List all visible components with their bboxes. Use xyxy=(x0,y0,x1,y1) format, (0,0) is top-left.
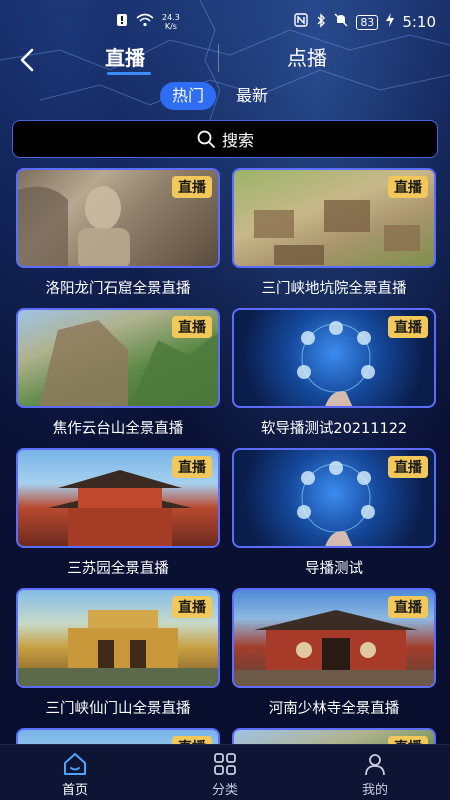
stream-card[interactable]: 直播 焦作云台山全景直播 xyxy=(16,308,220,438)
live-badge: 直播 xyxy=(172,596,212,618)
nav-category-label: 分类 xyxy=(211,783,238,798)
bottom-nav: 首页 分类 我的 xyxy=(0,744,450,800)
network-speed-unit: K/s xyxy=(164,22,177,31)
search-placeholder: 搜索 xyxy=(221,131,254,150)
nav-home-label: 首页 xyxy=(61,783,88,798)
bluetooth-icon xyxy=(316,12,326,32)
stream-card[interactable]: 直播 软导播测试20211122 xyxy=(232,308,436,438)
thumbnail-tech-globe[interactable]: 直播 xyxy=(232,448,436,548)
battery-indicator: 83 xyxy=(356,14,379,30)
tab-on-demand[interactable]: 点播 xyxy=(287,42,327,71)
tab-divider xyxy=(218,44,219,72)
search-bar[interactable]: 搜索 xyxy=(12,120,438,158)
thumbnail-tech-globe[interactable]: 直播 xyxy=(232,308,436,408)
user-icon xyxy=(365,754,385,776)
sub-tabs: 热门 最新 xyxy=(160,82,280,110)
nav-profile[interactable]: 我的 xyxy=(335,751,415,798)
clock: 5:10 xyxy=(402,13,436,31)
stream-card[interactable]: 直播 河南少林寺全景直播 xyxy=(232,588,436,718)
active-tab-indicator xyxy=(107,72,151,75)
card-title: 三门峡仙门山全景直播 xyxy=(45,701,191,717)
status-bar: 24.3 K/s 83 5:10 xyxy=(0,0,450,44)
stream-card[interactable]: 直播 三门峡地坑院全景直播 xyxy=(232,168,436,298)
live-badge: 直播 xyxy=(172,316,212,338)
back-arrow-icon[interactable] xyxy=(16,46,40,74)
stream-card[interactable]: 直播 三门峡仙门山全景直播 xyxy=(16,588,220,718)
live-badge: 直播 xyxy=(172,176,212,198)
nav-category[interactable]: 分类 xyxy=(185,751,265,798)
subtab-latest[interactable]: 最新 xyxy=(224,82,280,110)
thumbnail-cave-dwellings[interactable]: 直播 xyxy=(232,168,436,268)
live-badge: 直播 xyxy=(388,176,428,198)
thumbnail-pagoda[interactable]: 直播 xyxy=(16,448,220,548)
nfc-icon xyxy=(294,13,309,31)
live-badge: 直播 xyxy=(388,456,428,478)
live-badge: 直播 xyxy=(388,316,428,338)
grid-icon xyxy=(214,753,236,775)
card-title: 三苏园全景直播 xyxy=(67,561,169,577)
thumbnail-mountain-cliff[interactable]: 直播 xyxy=(16,308,220,408)
thumbnail-scenic-gate[interactable]: 直播 xyxy=(16,588,220,688)
stream-card[interactable]: 直播 洛阳龙门石窟全景直播 xyxy=(16,168,220,298)
card-title: 导播测试 xyxy=(305,561,363,577)
card-title: 焦作云台山全景直播 xyxy=(52,421,184,437)
subtab-hot[interactable]: 热门 xyxy=(160,82,217,110)
card-title: 河南少林寺全景直播 xyxy=(268,701,400,717)
live-stream-grid: 直播 洛阳龙门石窟全景直播 直播 三门峡地坑院全景直播 直播 焦作云台山全景直播 xyxy=(0,168,450,744)
thumbnail-partial[interactable]: 直播 xyxy=(232,728,436,744)
thumbnail-buddha-statue[interactable]: 直播 xyxy=(16,168,220,268)
nav-home[interactable]: 首页 xyxy=(35,751,115,798)
live-badge: 直播 xyxy=(172,456,212,478)
thumbnail-temple[interactable]: 直播 xyxy=(232,588,436,688)
network-speed-value: 24.3 xyxy=(162,13,180,22)
live-badge: 直播 xyxy=(172,736,212,744)
stream-card[interactable]: 直播 xyxy=(232,728,436,744)
live-badge: 直播 xyxy=(388,596,428,618)
notification-icon xyxy=(116,13,128,31)
charging-icon xyxy=(386,13,395,31)
stream-card[interactable]: 直播 导播测试 xyxy=(232,448,436,578)
stream-card[interactable]: 直播 xyxy=(16,728,220,744)
mute-icon xyxy=(334,13,348,31)
stream-card[interactable]: 直播 三苏园全景直播 xyxy=(16,448,220,578)
wifi-icon xyxy=(136,13,154,31)
network-speed: 24.3 K/s xyxy=(162,13,180,31)
card-title: 软导播测试20211122 xyxy=(260,421,408,437)
home-icon xyxy=(64,753,86,775)
tab-live[interactable]: 直播 xyxy=(105,42,145,71)
card-title: 三门峡地坑院全景直播 xyxy=(261,281,407,297)
card-title: 洛阳龙门石窟全景直播 xyxy=(45,281,191,297)
top-nav: 直播 点播 xyxy=(0,40,450,80)
thumbnail-partial[interactable]: 直播 xyxy=(16,728,220,744)
search-icon xyxy=(196,129,216,149)
live-badge: 直播 xyxy=(388,736,428,744)
nav-profile-label: 我的 xyxy=(361,783,388,798)
